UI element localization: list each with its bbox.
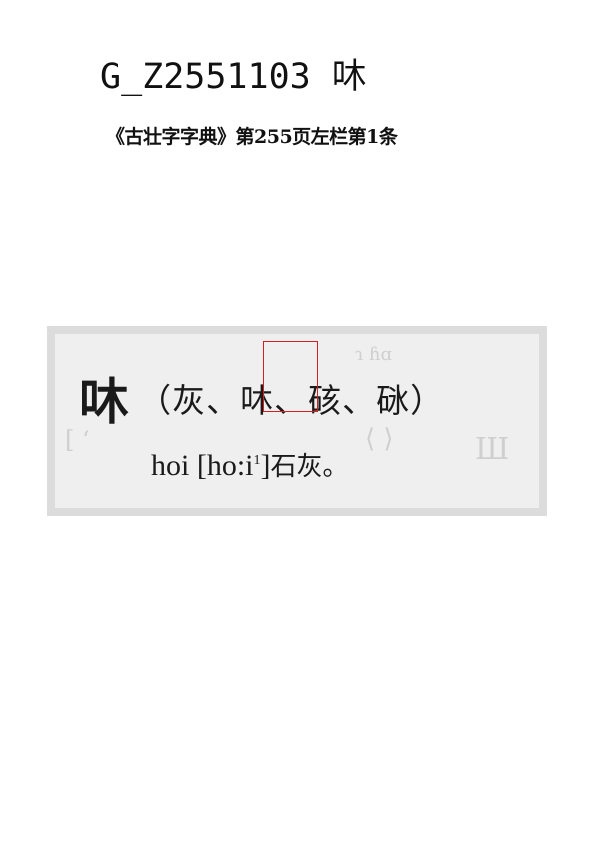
bleed-through-text: Ш bbox=[475, 432, 510, 467]
entry-ipa-close: ] bbox=[260, 449, 271, 482]
entry-ipa-open: [ho:i bbox=[196, 449, 254, 482]
entry-headword-row: 㕲 （灰、㕲、硋、砯） bbox=[79, 362, 444, 434]
entry-pronunciation-row: hoi [ho:i1]石灰。 bbox=[151, 446, 349, 483]
source-citation: 《古壮字字典》第255页左栏第1条 bbox=[106, 126, 398, 148]
entry-headword: 㕲 bbox=[79, 372, 129, 431]
entry-definition: 石灰。 bbox=[270, 452, 349, 482]
page-title: G_Z2551103 㕲 bbox=[100, 57, 367, 97]
entry-tone: 1 bbox=[253, 453, 261, 468]
entry-romanization: hoi bbox=[151, 449, 190, 482]
character-highlight-box bbox=[263, 341, 318, 412]
